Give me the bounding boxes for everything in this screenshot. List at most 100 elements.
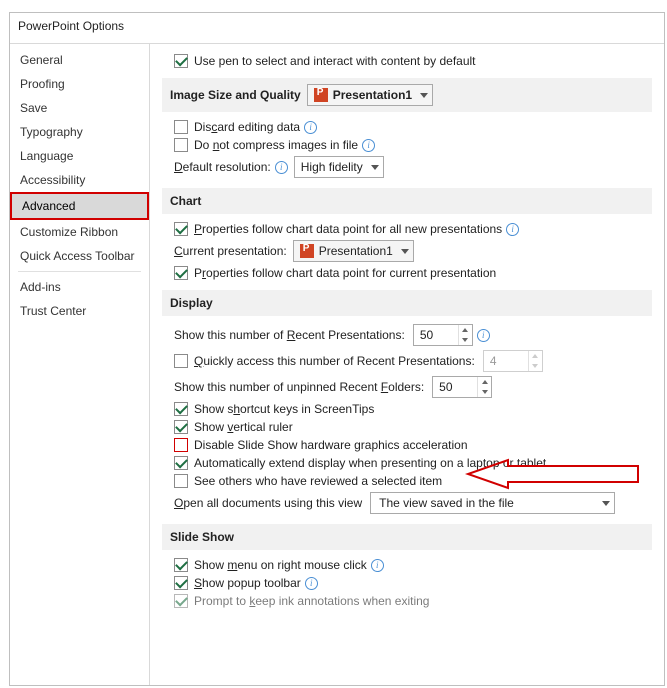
open-all-label: Open all documents using this view [174, 496, 362, 510]
sidebar-item-save[interactable]: Save [10, 96, 149, 120]
auto-extend-checkbox[interactable] [174, 456, 188, 470]
sidebar-item-quick-access-toolbar[interactable]: Quick Access Toolbar [10, 244, 149, 268]
ink-prompt-row: Prompt to keep ink annotations when exit… [174, 592, 652, 610]
chevron-down-icon [602, 501, 610, 506]
right-click-menu-checkbox[interactable] [174, 558, 188, 572]
sidebar-item-advanced[interactable]: Advanced [10, 192, 149, 220]
options-content: Use pen to select and interact with cont… [150, 43, 664, 685]
dropdown-value: The view saved in the file [379, 496, 514, 510]
popup-toolbar-label: Show popup toolbar [194, 576, 301, 590]
right-click-menu-label: Show menu on right mouse click [194, 558, 367, 572]
recent-presentations-label: Show this number of Recent Presentations… [174, 328, 405, 342]
prop-current-row: Properties follow chart data point for c… [174, 264, 652, 282]
info-icon[interactable]: i [305, 577, 318, 590]
recent-presentations-spinbox[interactable]: 50 [413, 324, 473, 346]
category-sidebar: General Proofing Save Typography Languag… [10, 43, 150, 685]
prop-current-label: Properties follow chart data point for c… [194, 266, 496, 280]
section-chart: Chart [162, 188, 652, 214]
sidebar-item-customize-ribbon[interactable]: Customize Ribbon [10, 220, 149, 244]
powerpoint-icon [300, 244, 314, 258]
no-compress-row: Do not compress images in file i [174, 136, 652, 154]
options-dialog: PowerPoint Options General Proofing Save… [9, 12, 665, 686]
ink-prompt-checkbox[interactable] [174, 594, 188, 608]
section-display: Display [162, 290, 652, 316]
image-quality-target-dropdown[interactable]: Presentation1 [307, 84, 433, 106]
prop-all-row: Properties follow chart data point for a… [174, 220, 652, 238]
shortcut-keys-row: Show shortcut keys in ScreenTips [174, 400, 652, 418]
dropdown-value: Presentation1 [319, 244, 393, 258]
spinbox-value: 50 [414, 328, 458, 342]
shortcut-keys-label: Show shortcut keys in ScreenTips [194, 402, 374, 416]
spinbox-arrows[interactable] [458, 325, 472, 345]
default-resolution-row: Default resolution: i High fidelity [174, 154, 652, 180]
vertical-ruler-checkbox[interactable] [174, 420, 188, 434]
info-icon[interactable]: i [477, 329, 490, 342]
auto-extend-label: Automatically extend display when presen… [194, 456, 546, 470]
vertical-ruler-label: Show vertical ruler [194, 420, 293, 434]
disable-hw-row: Disable Slide Show hardware graphics acc… [174, 436, 652, 454]
dialog-body: General Proofing Save Typography Languag… [10, 43, 664, 685]
sidebar-item-proofing[interactable]: Proofing [10, 72, 149, 96]
prop-current-checkbox[interactable] [174, 266, 188, 280]
quick-access-label: Quickly access this number of Recent Pre… [194, 354, 475, 368]
info-icon[interactable]: i [371, 559, 384, 572]
sidebar-item-general[interactable]: General [10, 48, 149, 72]
recent-folders-label: Show this number of unpinned Recent Fold… [174, 380, 424, 394]
sidebar-item-add-ins[interactable]: Add-ins [10, 275, 149, 299]
recent-folders-row: Show this number of unpinned Recent Fold… [174, 374, 652, 400]
discard-editing-checkbox[interactable] [174, 120, 188, 134]
disable-hw-label: Disable Slide Show hardware graphics acc… [194, 438, 468, 452]
sidebar-separator [18, 271, 141, 272]
vertical-ruler-row: Show vertical ruler [174, 418, 652, 436]
quick-access-row: Quickly access this number of Recent Pre… [174, 348, 652, 374]
recent-folders-spinbox[interactable]: 50 [432, 376, 492, 398]
chevron-down-icon [420, 93, 428, 98]
section-slide-show: Slide Show [162, 524, 652, 550]
discard-editing-row: Discard editing data i [174, 118, 652, 136]
powerpoint-icon [314, 88, 328, 102]
default-resolution-label: Default resolution: [174, 160, 271, 174]
chevron-down-icon [371, 165, 379, 170]
pen-select-row: Use pen to select and interact with cont… [174, 52, 652, 70]
sidebar-item-typography[interactable]: Typography [10, 120, 149, 144]
discard-editing-label: Discard editing data [194, 120, 300, 134]
current-presentation-dropdown[interactable]: Presentation1 [293, 240, 414, 262]
no-compress-label: Do not compress images in file [194, 138, 358, 152]
default-resolution-dropdown[interactable]: High fidelity [294, 156, 384, 178]
current-presentation-row: Current presentation: Presentation1 [174, 238, 652, 264]
right-click-menu-row: Show menu on right mouse click i [174, 556, 652, 574]
sidebar-item-trust-center[interactable]: Trust Center [10, 299, 149, 323]
see-others-checkbox[interactable] [174, 474, 188, 488]
open-all-dropdown[interactable]: The view saved in the file [370, 492, 615, 514]
see-others-row: See others who have reviewed a selected … [174, 472, 652, 490]
prop-all-checkbox[interactable] [174, 222, 188, 236]
spinbox-value: 4 [484, 354, 528, 368]
pen-select-checkbox[interactable] [174, 54, 188, 68]
ink-prompt-label: Prompt to keep ink annotations when exit… [194, 594, 429, 608]
current-presentation-label: Current presentation: [174, 244, 287, 258]
shortcut-keys-checkbox[interactable] [174, 402, 188, 416]
sidebar-item-accessibility[interactable]: Accessibility [10, 168, 149, 192]
recent-presentations-row: Show this number of Recent Presentations… [174, 322, 652, 348]
info-icon[interactable]: i [275, 161, 288, 174]
section-label: Image Size and Quality [170, 88, 301, 102]
info-icon[interactable]: i [362, 139, 375, 152]
spinbox-arrows[interactable] [477, 377, 491, 397]
quick-access-checkbox[interactable] [174, 354, 188, 368]
info-icon[interactable]: i [304, 121, 317, 134]
spinbox-arrows [528, 351, 542, 371]
sidebar-item-language[interactable]: Language [10, 144, 149, 168]
chevron-down-icon [401, 249, 409, 254]
quick-access-spinbox: 4 [483, 350, 543, 372]
info-icon[interactable]: i [506, 223, 519, 236]
no-compress-checkbox[interactable] [174, 138, 188, 152]
prop-all-label: Properties follow chart data point for a… [194, 222, 502, 236]
popup-toolbar-checkbox[interactable] [174, 576, 188, 590]
popup-toolbar-row: Show popup toolbar i [174, 574, 652, 592]
see-others-label: See others who have reviewed a selected … [194, 474, 442, 488]
spinbox-value: 50 [433, 380, 477, 394]
dropdown-value: High fidelity [301, 160, 363, 174]
disable-hw-checkbox[interactable] [174, 438, 188, 452]
pen-select-label: Use pen to select and interact with cont… [194, 54, 476, 68]
dropdown-value: Presentation1 [333, 88, 412, 102]
